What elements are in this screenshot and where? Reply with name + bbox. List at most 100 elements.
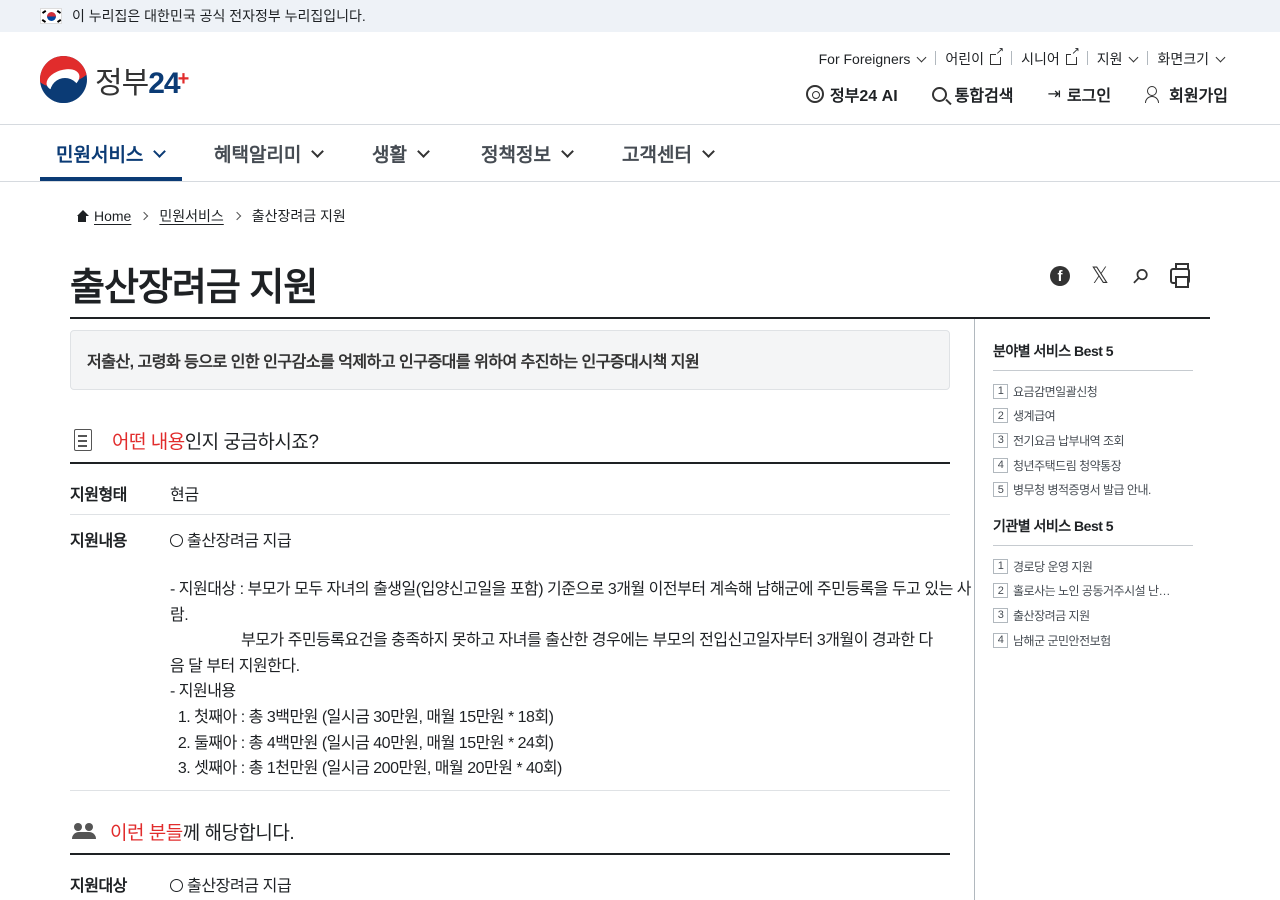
row-label-target: 지원대상 [70,878,127,895]
row-label-support-content: 지원내용 [70,533,127,550]
chevron-down-icon [916,52,927,62]
gov24-ai-button[interactable]: 정부24 AI [805,82,898,106]
list-item[interactable]: 5 병무청 병적증명서 발급 안내. [993,477,1193,502]
x-share-button[interactable]: 𝕏 [1080,263,1120,289]
section-rule [70,462,950,464]
row-value-target: 출산장려금 지급 [170,872,292,896]
content-line: 부모가 주민등록요건을 충족하지 못하고 자녀를 출산한 경우에는 부모의 전입… [170,632,933,650]
integrated-search-button[interactable]: 통합검색 [931,82,1014,106]
ai-icon [805,85,824,103]
support-content-details: - 지원대상 : 부모가 모두 자녀의 출생일(입양신고일을 포함) 기준으로 … [170,577,971,782]
section-highlight: 이런 분들 [110,822,183,844]
util-support[interactable]: 지원 [1086,49,1148,69]
gov24-logo[interactable]: 정부24 + [40,56,189,103]
column-divider [974,319,975,900]
content-line: - 지원대상 : 부모가 모두 자녀의 출생일(입양신고일을 포함) 기준으로 … [170,581,971,598]
side-list: 1 경로당 운영 지원 2 홀로사는 노인 공동거주시설 난… 3 출산장려금 지원 … [993,554,1193,652]
list-item[interactable]: 3 전기요금 납부내역 조회 [993,428,1193,453]
x-icon: 𝕏 [1091,263,1109,289]
search-icon [931,86,947,102]
breadcrumb-current: 출산장려금 지원 [251,208,346,224]
signup-button[interactable]: 회원가입 [1145,82,1228,106]
content-line: 람. [170,606,189,624]
section-highlight: 어떤 내용 [112,431,185,453]
content-line: 2. 둘째아 : 총 4백만원 (일시금 40만원, 매월 15만원 * 24회… [170,734,554,752]
chevron-right-icon [140,211,149,221]
print-button[interactable] [1160,263,1200,288]
facebook-icon: f [1050,266,1070,286]
section-what-content: 어떤 내용 인지 궁금하시죠? [70,423,950,457]
login-icon: ⇥ [1047,86,1061,103]
util-kids[interactable]: 어린이 [935,46,1011,69]
chevron-down-icon [417,144,430,158]
circle-bullet-icon [170,534,183,547]
section-heading-text: 께 해당합니다. [182,822,295,844]
list-item[interactable]: 3 출산장려금 지원 [993,603,1193,628]
row-label-support-type: 지원형태 [70,487,127,504]
gnb-benefit-alert[interactable]: 혜택알리미 [214,125,325,181]
row-value-support-type: 현금 [170,487,199,504]
gov-official-banner: 이 누리집은 대한민국 공식 전자정부 누리집입니다. [0,0,1280,32]
facebook-share-button[interactable]: f [1040,264,1080,288]
row-divider [70,790,950,791]
side-list: 1 요금감면일괄신청 2 생계급여 3 전기요금 납부내역 조회 4 청년주택드림 청약… [993,379,1193,502]
chevron-down-icon [702,144,715,158]
circle-bullet-icon [170,879,183,892]
copy-link-button[interactable]: ⚲ [1120,263,1160,290]
content-line: - 지원내용 [170,683,236,701]
chevron-down-icon [1129,52,1139,62]
external-link-icon [1065,46,1080,65]
service-summary: 저출산, 고령화 등으로 인한 인구감소를 억제하고 인구증대를 위하여 추진하… [70,330,950,390]
list-item[interactable]: 2 생계급여 [993,404,1193,429]
chevron-down-icon [153,144,167,158]
list-item[interactable]: 1 경로당 운영 지원 [993,554,1193,579]
gnb-civil-service[interactable]: 민원서비스 [39,125,183,181]
list-item[interactable]: 4 남해군 군민안전보험 [993,628,1193,653]
header: 정부24+ For Foreigners 어린이 시니어 지원 화면크기 정부2… [0,32,1280,125]
side-agency-best: 기관별 서비스 Best 5 1 경로당 운영 지원 2 홀로사는 노인 공동거주시… [993,516,1193,652]
chevron-down-icon [311,144,325,158]
people-icon [72,823,96,839]
user-add-icon [1145,86,1163,103]
breadcrumb-home[interactable]: Home [94,208,131,224]
row-value-support-content: 출산장려금 지급 [170,527,292,551]
util-senior[interactable]: 시니어 [1011,46,1087,69]
login-button[interactable]: ⇥ 로그인 [1048,82,1112,106]
gnb-life[interactable]: 생활 [372,125,430,181]
logo-plus: + [177,68,190,90]
section-who-applies: 이런 분들 께 해당합니다. [70,814,950,848]
row-divider [70,514,950,515]
list-item[interactable]: 2 홀로사는 노인 공동거주시설 난… [993,579,1193,604]
taegeuk-logo-icon [40,56,87,103]
logo-text: 정부24 [95,66,181,100]
side-field-best: 분야별 서비스 Best 5 1 요금감면일괄신청 2 생계급여 3 전기요금 납부내… [993,341,1193,502]
main-utility: 정부24 AI 통합검색 ⇥ 로그인 회원가입 [805,82,1228,106]
list-item[interactable]: 1 요금감면일괄신청 [993,379,1193,404]
page-title: 출산장려금 지원 [70,267,318,309]
side-title: 기관별 서비스 Best 5 [993,516,1193,546]
util-font-size[interactable]: 화면크기 [1147,49,1234,69]
title-divider [70,317,1210,319]
chevron-down-icon [1215,52,1226,62]
side-title: 분야별 서비스 Best 5 [993,341,1193,371]
external-link-icon [990,46,1005,65]
chevron-down-icon [561,144,574,158]
list-item[interactable]: 4 청년주택드림 청약통장 [993,453,1193,478]
home-icon [76,210,89,222]
gnb-customer-center[interactable]: 고객센터 [622,125,715,181]
print-icon [1170,263,1190,288]
section-heading-text: 인지 궁금하시죠? [184,431,319,453]
korea-flag-icon [40,8,62,24]
link-clip-icon: ⚲ [1126,263,1153,290]
breadcrumb: Home 민원서비스 출산장려금 지원 [76,206,346,226]
content-line: 음 달 부터 지원한다. [170,657,300,675]
content-line: 3. 셋째아 : 총 1천만원 (일시금 200만원, 매월 20만원 * 40… [170,760,563,778]
section-rule [70,853,950,855]
chevron-right-icon [232,211,242,221]
banner-text: 이 누리집은 대한민국 공식 전자정부 누리집입니다. [72,8,366,24]
utility-nav: For Foreigners 어린이 시니어 지원 화면크기 [809,46,1234,69]
breadcrumb-civil-service[interactable]: 민원서비스 [159,206,223,226]
share-tools: f 𝕏 ⚲ [1040,263,1200,290]
gnb-policy-info[interactable]: 정책정보 [481,125,574,181]
util-foreigners[interactable]: For Foreigners [809,51,936,67]
